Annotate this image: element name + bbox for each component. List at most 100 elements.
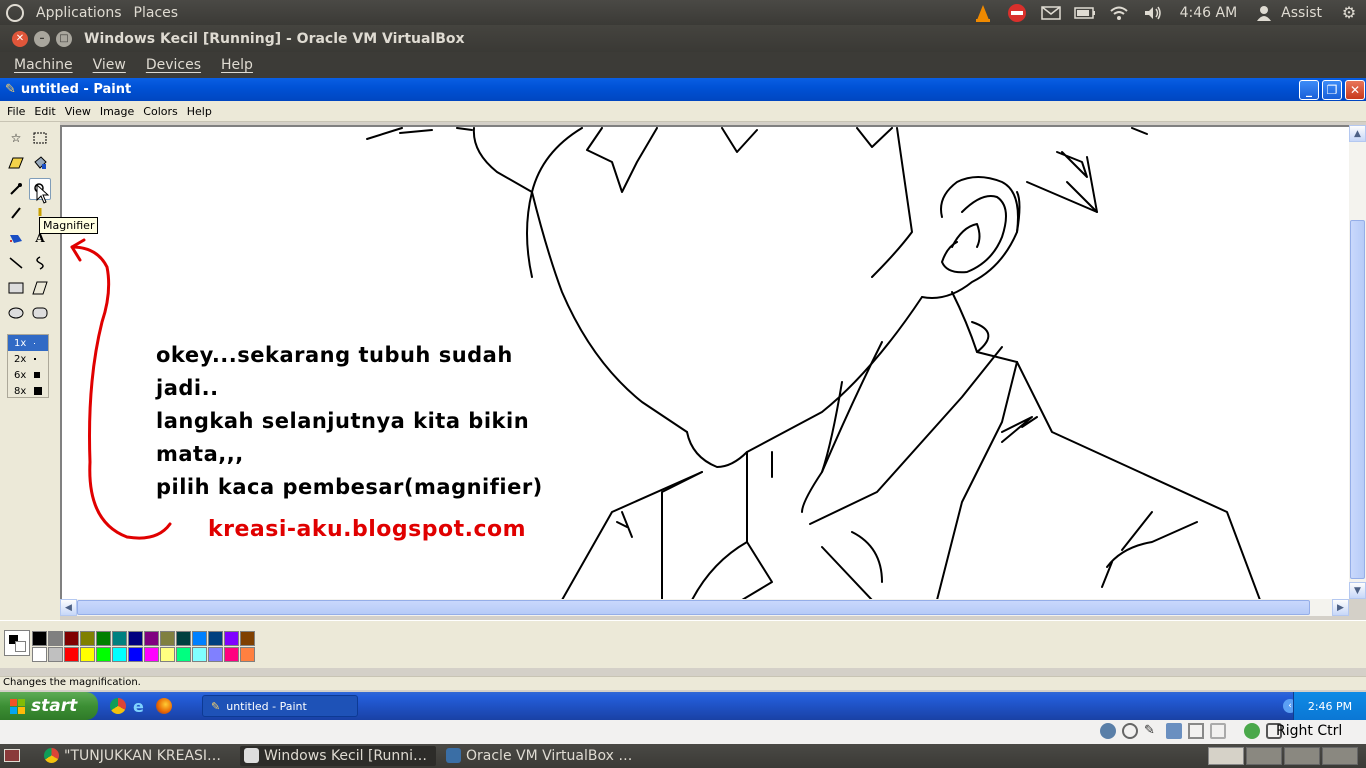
zoom-2x[interactable]: 2x	[8, 351, 48, 367]
battery-icon[interactable]	[1073, 4, 1096, 22]
color-swatch[interactable]	[224, 647, 239, 662]
rect-select-icon[interactable]	[29, 127, 51, 149]
menu-devices[interactable]: Devices	[146, 57, 201, 73]
start-button[interactable]: start	[0, 692, 98, 720]
curve-icon[interactable]	[29, 252, 51, 274]
color-swatch[interactable]	[160, 631, 175, 646]
color-swatch[interactable]	[80, 647, 95, 662]
ie-icon[interactable]: e	[133, 697, 144, 716]
rounded-rect-icon[interactable]	[29, 302, 51, 324]
color-swatch[interactable]	[160, 647, 175, 662]
color-swatch[interactable]	[112, 647, 127, 662]
close-icon[interactable]: ✕	[12, 30, 28, 47]
polygon-icon[interactable]	[29, 277, 51, 299]
shared-folder-icon[interactable]	[1166, 723, 1182, 739]
menu-help[interactable]: Help	[221, 57, 253, 73]
minimize-icon[interactable]: –	[34, 30, 50, 47]
color-picker-icon[interactable]	[5, 178, 27, 200]
menu-colors[interactable]: Colors	[143, 105, 177, 118]
color-swatch[interactable]	[128, 631, 143, 646]
current-colors[interactable]	[4, 630, 30, 656]
volume-icon[interactable]	[1142, 4, 1164, 22]
clock[interactable]: 4:46 AM	[1180, 5, 1238, 21]
taskbar-item-virtualbox[interactable]: Oracle VM VirtualBox …	[442, 746, 638, 766]
optical-drive-icon[interactable]	[1122, 723, 1138, 739]
capture-icon[interactable]	[1244, 723, 1260, 739]
workspace-2[interactable]	[1246, 747, 1282, 765]
menu-image[interactable]: Image	[100, 105, 134, 118]
fill-bucket-icon[interactable]	[29, 152, 51, 174]
color-swatch[interactable]	[96, 631, 111, 646]
line-icon[interactable]	[5, 252, 27, 274]
color-swatch[interactable]	[176, 631, 191, 646]
close-button[interactable]: ✕	[1345, 80, 1365, 100]
menu-file[interactable]: File	[7, 105, 25, 118]
color-swatch[interactable]	[240, 647, 255, 662]
chrome-icon[interactable]	[110, 698, 126, 714]
rectangle-icon[interactable]	[5, 277, 27, 299]
applications-menu[interactable]: Applications	[36, 5, 122, 21]
color-swatch[interactable]	[128, 647, 143, 662]
pencil-icon[interactable]	[5, 202, 27, 224]
restore-button[interactable]: ❐	[1322, 80, 1342, 100]
horizontal-scrollbar[interactable]: ◀ ▶	[60, 599, 1349, 616]
scroll-left-icon[interactable]: ◀	[60, 599, 77, 616]
color-swatch[interactable]	[80, 631, 95, 646]
network-icon[interactable]	[1188, 723, 1204, 739]
ellipse-icon[interactable]	[5, 302, 27, 324]
vertical-scrollbar[interactable]: ▲ ▼	[1349, 125, 1366, 599]
taskbar-item-windows-kecil[interactable]: Windows Kecil [Runni…	[240, 746, 436, 766]
color-swatch[interactable]	[48, 647, 63, 662]
color-swatch[interactable]	[64, 631, 79, 646]
scroll-up-icon[interactable]: ▲	[1349, 125, 1366, 142]
eraser-icon[interactable]	[5, 152, 27, 174]
wifi-icon[interactable]	[1108, 4, 1130, 22]
free-select-icon[interactable]: ☆	[5, 127, 27, 149]
color-swatch[interactable]	[176, 647, 191, 662]
zoom-6x[interactable]: 6x	[8, 367, 48, 383]
vlc-icon[interactable]	[972, 4, 994, 22]
color-swatch[interactable]	[48, 631, 63, 646]
menu-view[interactable]: View	[93, 57, 126, 73]
workspace-4[interactable]	[1322, 747, 1358, 765]
zoom-8x[interactable]: 8x	[8, 383, 48, 399]
workspace-1[interactable]	[1208, 747, 1244, 765]
minimize-button[interactable]: _	[1299, 80, 1319, 100]
color-swatch[interactable]	[32, 647, 47, 662]
workspace-3[interactable]	[1284, 747, 1320, 765]
color-swatch[interactable]	[64, 647, 79, 662]
drawing-canvas[interactable]: okey...sekarang tubuh sudah jadi.. langk…	[60, 125, 1349, 599]
menu-machine[interactable]: Machine	[14, 57, 73, 73]
display-icon[interactable]	[1210, 723, 1226, 739]
vertical-scroll-thumb[interactable]	[1350, 220, 1365, 579]
color-swatch[interactable]	[240, 631, 255, 646]
places-menu[interactable]: Places	[134, 5, 179, 21]
color-swatch[interactable]	[208, 631, 223, 646]
color-swatch[interactable]	[208, 647, 223, 662]
no-entry-icon[interactable]	[1006, 3, 1028, 22]
color-swatch[interactable]	[144, 631, 159, 646]
taskbar-item-paint[interactable]: ✎ untitled - Paint	[202, 695, 358, 717]
airbrush-icon[interactable]	[5, 227, 27, 249]
mail-icon[interactable]	[1040, 4, 1062, 22]
usb-icon[interactable]: ✎	[1144, 723, 1160, 739]
color-swatch[interactable]	[32, 631, 47, 646]
scroll-right-icon[interactable]: ▶	[1332, 599, 1349, 616]
ubuntu-logo-icon[interactable]	[6, 3, 24, 22]
scroll-down-icon[interactable]: ▼	[1349, 582, 1366, 599]
show-desktop-icon[interactable]	[4, 749, 20, 762]
zoom-1x[interactable]: 1x	[8, 335, 48, 351]
horizontal-scroll-thumb[interactable]	[77, 600, 1310, 615]
hard-disk-icon[interactable]	[1100, 723, 1116, 739]
color-swatch[interactable]	[192, 631, 207, 646]
menu-help[interactable]: Help	[187, 105, 212, 118]
maximize-icon[interactable]: □	[56, 30, 72, 47]
firefox-icon[interactable]	[156, 698, 172, 714]
menu-view[interactable]: View	[65, 105, 91, 118]
xp-clock[interactable]: 2:46 PM	[1308, 700, 1352, 713]
user-name[interactable]: Assist	[1281, 5, 1322, 21]
gear-icon[interactable]: ⚙	[1338, 3, 1360, 22]
color-swatch[interactable]	[144, 647, 159, 662]
color-swatch[interactable]	[224, 631, 239, 646]
color-swatch[interactable]	[192, 647, 207, 662]
